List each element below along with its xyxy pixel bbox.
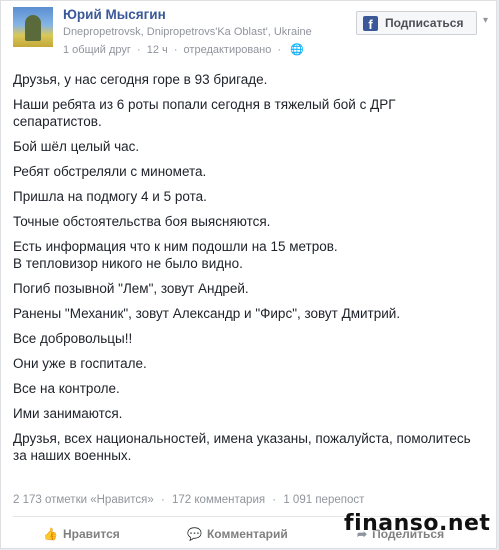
post-paragraph: Бой шёл целый час. [13, 139, 140, 154]
post-paragraph: Они уже в госпитале. [13, 356, 147, 371]
thumbs-up-icon: 👍 [43, 527, 58, 541]
shares-count[interactable]: 1 091 перепост [283, 494, 364, 506]
post-paragraph: Все добровольцы!! [13, 331, 133, 346]
subscribe-label: Подписаться [385, 16, 464, 30]
post-paragraph: Наши ребята из 6 роты попали сегодня в т… [13, 97, 396, 129]
author-avatar[interactable] [13, 7, 53, 47]
post-paragraph: Пришла на подмогу 4 и 5 рота. [13, 189, 207, 204]
post-location[interactable]: Dnepropetrovsk, Dnipropetrovs'Ka Oblast'… [63, 26, 312, 38]
avatar-figure [25, 15, 41, 41]
stats-separator: · [160, 494, 165, 506]
likes-count[interactable]: 2 173 отметки «Нравится» [13, 494, 154, 506]
post-paragraph: Друзья, у нас сегодня горе в 93 бригаде. [13, 72, 268, 87]
mutual-friends[interactable]: 1 общий друг [63, 44, 131, 56]
watermark-text: finanso.net [344, 511, 491, 536]
author-name[interactable]: Юрий Мысягин [63, 7, 166, 22]
like-label: Нравится [62, 527, 120, 541]
subscribe-button[interactable]: f Подписаться [356, 11, 477, 35]
post-meta: 1 общий друг · 12 ч · отредактировано · … [63, 43, 304, 56]
meta-separator: · [277, 44, 282, 56]
globe-icon[interactable]: 🌐 [290, 43, 304, 56]
comment-label: Комментарий [206, 527, 288, 541]
post-paragraph: Погиб позывной "Лем", зовут Андрей. [13, 281, 249, 296]
post-paragraph: Друзья, всех национальностей, имена указ… [13, 431, 471, 463]
comment-icon: 💬 [187, 527, 202, 541]
facebook-icon: f [363, 15, 378, 31]
post-paragraph: Ими занимаются. [13, 406, 123, 421]
post-paragraph: Есть информация что к ним подошли на 15 … [13, 239, 338, 271]
post-card: Юрий Мысягин Dnepropetrovsk, Dnipropetro… [0, 0, 497, 549]
post-body: Друзья, у нас сегодня горе в 93 бригаде.… [13, 71, 483, 472]
like-button[interactable]: 👍 Нравится [43, 527, 120, 541]
post-paragraph: Ребят обстреляли с миномета. [13, 164, 207, 179]
post-paragraph: Точные обстоятельства боя выясняются. [13, 214, 271, 229]
stats-separator: · [272, 494, 277, 506]
post-stats: 2 173 отметки «Нравится» · 172 комментар… [13, 494, 364, 506]
comment-button[interactable]: 💬 Комментарий [187, 527, 288, 541]
post-paragraph: Все на контроле. [13, 381, 120, 396]
comments-count[interactable]: 172 комментария [172, 494, 265, 506]
chevron-down-icon[interactable]: ▾ [483, 15, 495, 29]
meta-separator: · [136, 44, 141, 56]
post-time[interactable]: 12 ч [147, 44, 168, 56]
edited-label[interactable]: отредактировано [184, 44, 272, 56]
meta-separator: · [173, 44, 178, 56]
post-paragraph: Ранены "Механик", зовут Александр и "Фир… [13, 306, 401, 321]
